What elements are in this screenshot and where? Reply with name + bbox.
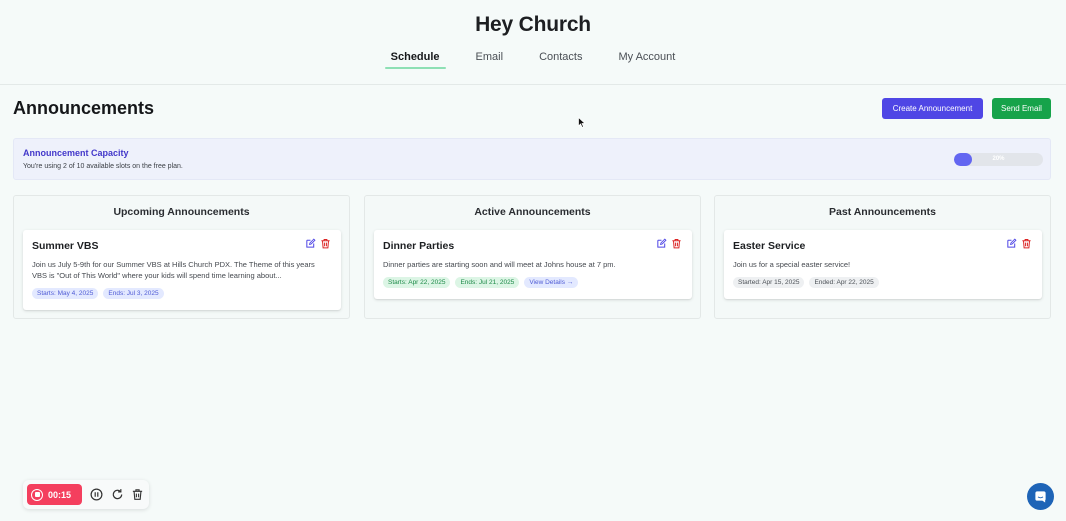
capacity-subtitle: You're using 2 of 10 available slots on … <box>23 163 183 170</box>
chat-support-button[interactable] <box>1027 483 1054 510</box>
end-date-badge: Ended: Apr 22, 2025 <box>809 277 879 288</box>
stop-icon <box>31 488 43 501</box>
chat-icon <box>1035 491 1046 503</box>
end-date-badge: Ends: Jul 21, 2025 <box>455 277 520 288</box>
capacity-progress-bar: 20% <box>954 153 1043 166</box>
restart-icon[interactable] <box>111 488 124 501</box>
card-description: Dinner parties are starting soon and wil… <box>383 260 616 269</box>
card-title: Dinner Parties <box>383 240 455 252</box>
trash-icon[interactable] <box>320 238 331 249</box>
cursor-icon <box>578 117 586 128</box>
announcement-card[interactable]: Summer VBS Join us July 5-9th for our Su… <box>23 230 341 310</box>
brand-title: Hey Church <box>475 13 591 36</box>
trash-icon[interactable] <box>131 488 144 501</box>
announcement-card[interactable]: Dinner Parties Dinner parties are starti… <box>374 230 692 299</box>
card-description: Join us for a special easter service! <box>733 260 851 269</box>
card-title: Summer VBS <box>32 240 99 252</box>
column-heading: Active Announcements <box>474 206 591 218</box>
column-heading: Upcoming Announcements <box>113 206 250 218</box>
edit-icon[interactable] <box>305 238 316 249</box>
pause-icon[interactable] <box>90 488 103 501</box>
view-details-link[interactable]: View Details → <box>524 277 579 288</box>
main-nav: Schedule Email Contacts My Account <box>0 49 1066 69</box>
nav-tab-schedule[interactable]: Schedule <box>384 49 446 69</box>
trash-icon[interactable] <box>1021 238 1032 249</box>
card-title: Easter Service <box>733 240 806 252</box>
capacity-title: Announcement Capacity <box>23 148 129 158</box>
card-description: Join us July 5-9th for our Summer VBS at… <box>32 260 315 280</box>
past-column: Past Announcements Easter Service Join u… <box>714 195 1051 319</box>
end-date-badge: Ends: Jul 3, 2025 <box>103 288 164 299</box>
column-heading: Past Announcements <box>829 206 936 218</box>
recording-timer: 00:15 <box>48 489 72 500</box>
page-title: Announcements <box>13 98 155 118</box>
start-date-badge: Starts: May 4, 2025 <box>32 288 99 299</box>
edit-icon[interactable] <box>656 238 667 249</box>
capacity-percent-label: 20% <box>992 156 1005 162</box>
create-announcement-button[interactable]: Create Announcement <box>882 98 983 119</box>
start-date-badge: Started: Apr 15, 2025 <box>733 277 805 288</box>
nav-tab-email[interactable]: Email <box>472 49 508 69</box>
upcoming-column: Upcoming Announcements Summer VBS Join u… <box>13 195 350 319</box>
edit-icon[interactable] <box>1006 238 1017 249</box>
trash-icon[interactable] <box>671 238 682 249</box>
top-header: Hey Church Schedule Email Contacts My Ac… <box>0 0 1066 85</box>
active-column: Active Announcements Dinner Parties Dinn… <box>364 195 701 319</box>
card-chips: Started: Apr 15, 2025 Ended: Apr 22, 202… <box>733 277 879 288</box>
nav-tab-contacts[interactable]: Contacts <box>535 49 586 69</box>
announcement-card[interactable]: Easter Service Join us for a special eas… <box>724 230 1042 299</box>
card-chips: Starts: May 4, 2025 Ends: Jul 3, 2025 <box>32 288 164 299</box>
nav-tab-my-account[interactable]: My Account <box>614 49 679 69</box>
stop-recording-button[interactable]: 00:15 <box>27 484 82 505</box>
screen-recorder: 00:15 <box>23 480 149 509</box>
capacity-panel: Announcement Capacity You're using 2 of … <box>13 138 1051 180</box>
send-email-button[interactable]: Send Email <box>992 98 1051 119</box>
start-date-badge: Starts: Apr 22, 2025 <box>383 277 451 288</box>
card-chips: Starts: Apr 22, 2025 Ends: Jul 21, 2025 … <box>383 277 579 288</box>
